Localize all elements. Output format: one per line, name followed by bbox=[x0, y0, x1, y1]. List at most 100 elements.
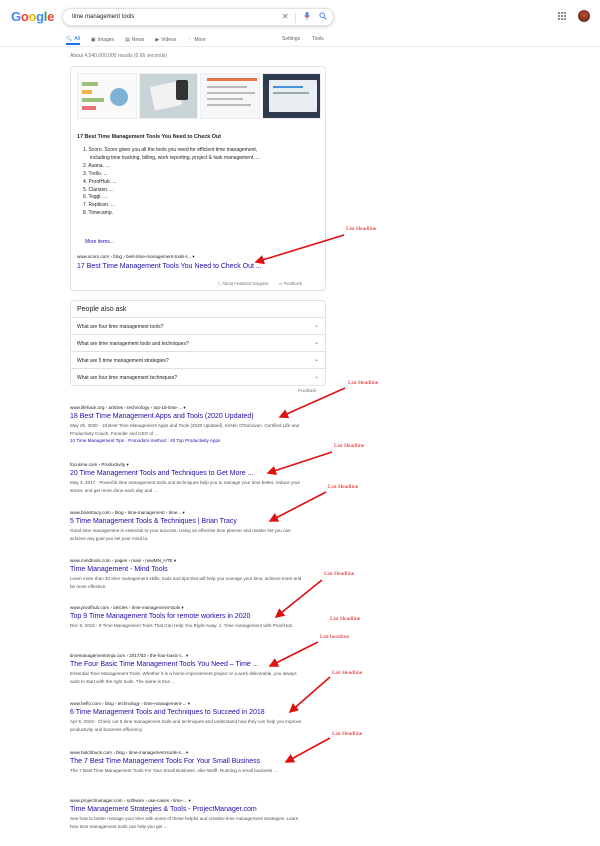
tab-all[interactable]: 🔍︎ All bbox=[66, 34, 80, 45]
search-result: focusme.com › Productivity ▾ 20 Time Man… bbox=[70, 462, 310, 494]
annotation-label: List Headline bbox=[328, 484, 359, 490]
search-divider bbox=[295, 13, 296, 23]
search-result: www.hatchbuck.com › blog › time-manageme… bbox=[70, 750, 310, 775]
search-tabs: 🔍︎ All ▣ Images ▤ News ▶ Videos ⋮ More bbox=[66, 34, 217, 46]
result-cite: www.hatchbuck.com › blog › time-manageme… bbox=[70, 750, 189, 755]
result-title[interactable]: Top 9 Time Management Tools for remote w… bbox=[70, 613, 310, 620]
featured-snippet: 17 Best Time Management Tools You Need t… bbox=[70, 66, 326, 291]
result-cite: focusme.com › Productivity ▾ bbox=[70, 462, 129, 467]
result-cite: www.mindtools.com › pages › main › newMN… bbox=[70, 558, 177, 563]
search-result: www.proofhub.com › articles › time-manag… bbox=[70, 605, 310, 630]
tab-news[interactable]: ▤ News bbox=[125, 34, 144, 46]
result-title[interactable]: 5 Time Management Tools & Techniques | B… bbox=[70, 518, 310, 525]
search-result: timemanagementninja.com › 2017/03 › the-… bbox=[70, 653, 310, 685]
video-icon: ▶ bbox=[155, 37, 160, 43]
snippet-list: 1. Scoro. Scoro gives you all the tools … bbox=[83, 147, 315, 218]
result-cite: www.proofhub.com › articles › time-manag… bbox=[70, 605, 184, 610]
result-snippet: May 26, 2020 - 18 Best Time Management A… bbox=[70, 423, 300, 436]
settings-link[interactable]: Settings bbox=[282, 36, 300, 42]
result-snippet: Dec 9, 2019 - 9 Time Management Tools Th… bbox=[70, 623, 294, 628]
annotation-label: List Headline bbox=[332, 670, 363, 676]
caret-down-icon: ▾ bbox=[187, 701, 191, 706]
result-title[interactable]: The Four Basic Time Management Tools You… bbox=[70, 661, 310, 668]
paa-feedback-link[interactable]: Feedback bbox=[298, 388, 316, 393]
tab-label: More bbox=[194, 37, 206, 43]
result-snippet: Learn more than 40 time management skill… bbox=[70, 576, 302, 589]
chevron-down-icon: ⌄ bbox=[313, 374, 319, 380]
result-snippet: The 7 Best Time Management Tools For You… bbox=[70, 768, 278, 773]
list-item: 6. Toggl. ... bbox=[83, 194, 108, 201]
tab-images[interactable]: ▣ Images bbox=[91, 34, 114, 46]
search-tools: Settings Tools bbox=[282, 36, 324, 42]
caret-down-icon: ▾ bbox=[183, 405, 186, 410]
caret-down-icon: ▾ bbox=[185, 750, 189, 755]
list-item: 3. Trello. ... bbox=[83, 170, 108, 177]
result-title[interactable]: 20 Time Management Tools and Techniques … bbox=[70, 470, 310, 477]
search-input[interactable]: time management tools bbox=[72, 14, 134, 20]
result-snippet: See how to better manage your time with … bbox=[70, 816, 299, 829]
paa-question[interactable]: What are four time management techniques… bbox=[71, 368, 325, 385]
result-stats: About 4,540,000,000 results (0.66 second… bbox=[70, 53, 168, 59]
snippet-image[interactable] bbox=[200, 73, 260, 119]
caret-down-icon: ▾ bbox=[181, 605, 184, 610]
list-item: 5. Clarizen. ... bbox=[83, 186, 114, 193]
caret-down-icon: ▾ bbox=[182, 510, 185, 515]
search-result: www.lifehack.org › articles › technology… bbox=[70, 405, 310, 443]
result-title[interactable]: 6 Time Management Tools and Techniques t… bbox=[70, 709, 310, 716]
result-title[interactable]: The 7 Best Time Management Tools For You… bbox=[70, 758, 310, 765]
tab-videos[interactable]: ▶ Videos bbox=[155, 34, 176, 46]
snippet-image[interactable] bbox=[77, 73, 137, 119]
chevron-down-icon: ⌄ bbox=[313, 323, 319, 329]
apps-grid-icon[interactable] bbox=[558, 12, 566, 20]
search-icon[interactable] bbox=[319, 12, 327, 22]
google-logo[interactable]: Google bbox=[11, 9, 54, 24]
result-sitelinks[interactable]: 10 Time Management Tips · Pomodoro metho… bbox=[70, 438, 310, 443]
paa-question[interactable]: What are four time management tools? ⌄ bbox=[71, 317, 325, 334]
snippet-title: 17 Best Time Management Tools You Need t… bbox=[77, 134, 221, 140]
header: Google time management tools ✕ bbox=[0, 0, 600, 34]
annotation-label: List Headline bbox=[324, 571, 355, 577]
snippet-image[interactable] bbox=[138, 73, 198, 119]
search-result: www.projectmanager.com › software › use-… bbox=[70, 798, 310, 830]
result-cite: www.projectmanager.com › software › use-… bbox=[70, 798, 191, 803]
list-item: 1. Scoro. Scoro gives you all the tools … bbox=[83, 147, 261, 161]
feedback-link[interactable]: ▭ Feedback bbox=[278, 281, 302, 287]
more-items-link[interactable]: More items... bbox=[85, 239, 114, 245]
clear-icon[interactable]: ✕ bbox=[282, 12, 289, 21]
paa-question[interactable]: What are time management tools and techn… bbox=[71, 334, 325, 351]
snippet-footer: ⓘ About Featured Snippets ▭ Feedback bbox=[217, 281, 302, 287]
list-item: 7. Replicon. ... bbox=[83, 202, 115, 209]
annotation-label: List Headline bbox=[330, 616, 361, 622]
result-cite: www.heflo.com › blog › technology › time… bbox=[70, 701, 191, 706]
tabs-divider bbox=[0, 46, 600, 47]
annotation-label: List Headline bbox=[346, 226, 377, 232]
about-snippets-link[interactable]: ⓘ About Featured Snippets bbox=[217, 281, 268, 287]
people-also-ask: People also ask What are four time manag… bbox=[70, 300, 326, 386]
result-cite: www.briantracy.com › blog › time-managem… bbox=[70, 510, 185, 515]
avatar[interactable] bbox=[578, 10, 590, 22]
result-snippet: May 4, 2017 - Powerful time management t… bbox=[70, 480, 301, 493]
result-title[interactable]: Time Management Strategies & Tools - Pro… bbox=[70, 806, 310, 813]
tab-label: Videos bbox=[161, 37, 177, 43]
chevron-down-icon: ⌄ bbox=[313, 340, 319, 346]
annotation-label: List Headline bbox=[334, 443, 365, 449]
more-icon: ⋮ bbox=[187, 37, 193, 43]
chevron-down-icon: ⌄ bbox=[313, 357, 319, 363]
tab-more[interactable]: ⋮ More bbox=[187, 34, 205, 46]
paa-question[interactable]: What are 5 time management strategies? ⌄ bbox=[71, 351, 325, 368]
tools-link[interactable]: Tools bbox=[312, 36, 324, 42]
result-cite: www.lifehack.org › articles › technology… bbox=[70, 405, 186, 410]
search-icon: 🔍︎ bbox=[66, 35, 73, 42]
result-title[interactable]: Time Management - Mind Tools bbox=[70, 566, 310, 573]
snippet-images bbox=[77, 73, 321, 119]
snippet-link[interactable]: 17 Best Time Management Tools You Need t… bbox=[77, 263, 262, 270]
feedback-icon: ▭ bbox=[278, 281, 283, 286]
snippet-image[interactable] bbox=[261, 73, 321, 119]
search-box[interactable]: time management tools ✕ bbox=[62, 8, 334, 26]
microphone-icon[interactable] bbox=[304, 12, 310, 22]
caret-down-icon: ▾ bbox=[192, 254, 195, 259]
result-title[interactable]: 18 Best Time Management Apps and Tools (… bbox=[70, 413, 310, 420]
news-icon: ▤ bbox=[125, 37, 130, 43]
caret-down-icon: ▾ bbox=[185, 653, 189, 658]
search-result: www.briantracy.com › blog › time-managem… bbox=[70, 510, 310, 542]
